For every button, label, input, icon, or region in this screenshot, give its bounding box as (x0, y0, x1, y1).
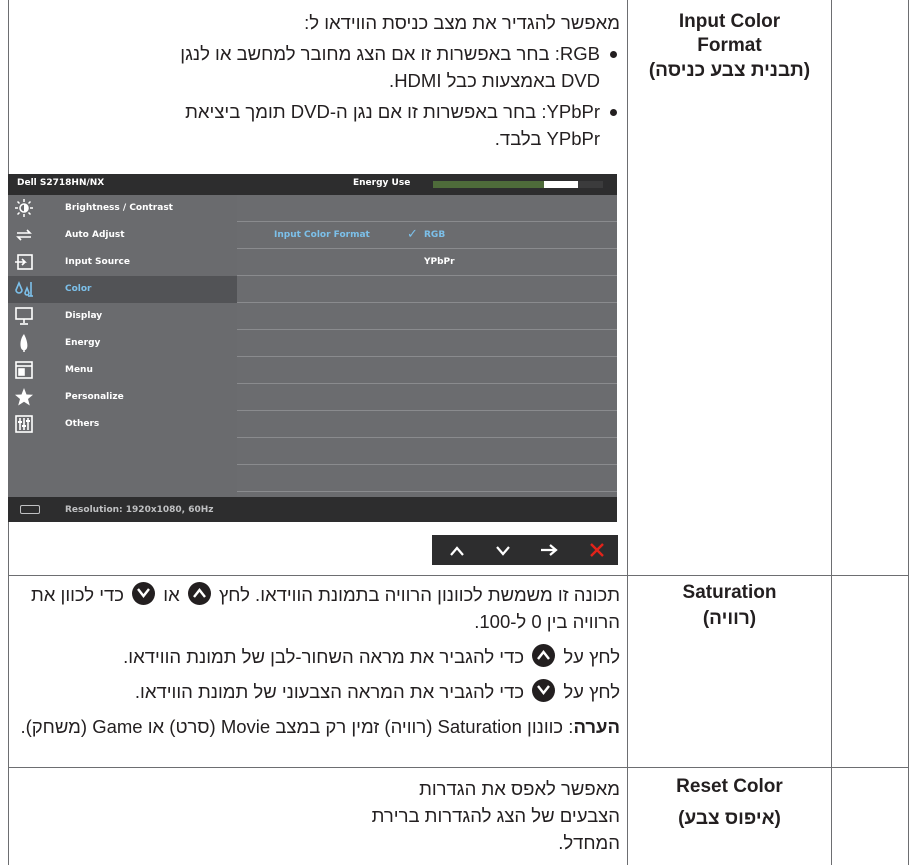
osd-item-others[interactable]: Others (8, 411, 237, 438)
osd-item-label: Personalize (65, 392, 124, 402)
osd-menu-screenshot: Dell S2718HN/NX Energy Use Brightness / … (8, 174, 617, 522)
osd-item-color[interactable]: Color (8, 276, 237, 303)
input-source-icon (14, 252, 34, 272)
osd-nav-bar (432, 535, 618, 565)
input-color-format-label: Input Color Format (תבנית צבע כניסה) (632, 10, 827, 83)
osd-item-display[interactable]: Display (8, 303, 237, 330)
osd-item-label: Energy (65, 338, 101, 348)
para-text: או (163, 584, 180, 605)
osd-item-auto-adjust[interactable]: Auto Adjust (8, 222, 237, 249)
intro-text: מאפשר להגדיר את מצב כניסת הווידאו ל: (304, 12, 620, 33)
label-english: Reset Color (676, 776, 783, 797)
saturation-description: תכונה זו משמשת לכוונון הרוויה בתמונת הוו… (14, 581, 620, 748)
osd-item-label: Menu (65, 365, 93, 375)
saturation-para-2: לחץ על כדי להגביר את מראה השחור-לבן של ת… (14, 643, 620, 670)
osd-energy-label: Energy Use (353, 178, 411, 188)
reset-color-text: מאפשר לאפס את הגדרות הצבעים של הצג להגדר… (371, 778, 620, 853)
table-divider-label (831, 0, 832, 865)
close-icon[interactable] (582, 538, 612, 562)
label-hebrew: (תבנית צבע כניסה) (648, 60, 811, 81)
para-text: לחץ על (563, 681, 620, 702)
energy-icon (14, 333, 34, 353)
osd-model-name: Dell S2718HN/NX (17, 178, 105, 188)
label-hebrew: (רוויה) (702, 608, 757, 629)
saturation-note: הערה: כוונון Saturation (רוויה) זמין רק … (14, 713, 620, 740)
osd-submenu-row-ypbpr[interactable]: YPbPr (237, 249, 617, 276)
label-hebrew: (איפוס צבע) (678, 808, 781, 829)
osd-footer: Resolution: 1920x1080, 60Hz (8, 497, 617, 522)
para-text: כדי להגביר את המראה הצבעוני של תמונת הוו… (134, 681, 525, 702)
osd-energy-marker (544, 181, 578, 188)
saturation-para-3: לחץ על כדי להגביר את המראה הצבעוני של תמ… (14, 678, 620, 705)
osd-submenu-row-rgb[interactable]: Input Color Format ✓ RGB (237, 222, 617, 249)
osd-submenu-row (237, 195, 617, 222)
osd-submenu-row (237, 384, 617, 411)
osd-submenu-row (237, 438, 617, 465)
osd-energy-fill (433, 181, 544, 188)
up-button-icon (187, 582, 211, 605)
right-arrow-button[interactable] (534, 538, 564, 562)
brightness-icon (14, 198, 34, 218)
down-button-icon (532, 679, 556, 702)
osd-submenu: Input Color Format ✓ RGB YPbPr (237, 195, 617, 497)
para-text: תכונה זו משמשת לכוונון הרוויה בתמונת הוו… (218, 584, 620, 605)
saturation-label: Saturation (רוויה) (632, 581, 827, 631)
osd-item-label: Color (65, 284, 92, 294)
label-english: Saturation (682, 582, 777, 603)
osd-item-energy[interactable]: Energy (8, 330, 237, 357)
osd-item-input-source[interactable]: Input Source (8, 249, 237, 276)
osd-item-label: Others (65, 419, 100, 429)
osd-item-label: Brightness / Contrast (65, 203, 173, 213)
para-text: כדי להגביר את מראה השחור-לבן של תמונת הו… (123, 646, 525, 667)
osd-submenu-row (237, 357, 617, 384)
reset-color-label: Reset Color (איפוס צבע) (632, 775, 827, 831)
others-icon (14, 414, 34, 434)
osd-submenu-row (237, 303, 617, 330)
osd-item-personalize[interactable]: Personalize (8, 384, 237, 411)
bullet-rgb: RGB: בחר באפשרות זו אם הצג מחובר למחשב א… (14, 40, 620, 94)
down-arrow-button[interactable] (488, 538, 518, 562)
osd-energy-meter (433, 181, 603, 188)
bullet-ypbpr: YPbPr: בחר באפשרות זו אם נגן ה-DVD תומך … (14, 98, 620, 152)
saturation-para-1: תכונה זו משמשת לכוונון הרוויה בתמונת הוו… (14, 581, 620, 635)
table-border-right (908, 0, 909, 865)
star-icon (14, 387, 34, 407)
osd-submenu-row (237, 330, 617, 357)
osd-submenu-title: Input Color Format (274, 230, 370, 240)
osd-main-menu: Brightness / Contrast Auto Adjust Input … (8, 195, 237, 497)
osd-option-rgb: RGB (424, 230, 446, 240)
note-label: הערה (573, 716, 620, 737)
osd-submenu-row (237, 276, 617, 303)
osd-item-label: Auto Adjust (65, 230, 125, 240)
color-icon (14, 279, 34, 299)
osd-submenu-row (237, 411, 617, 438)
osd-item-menu[interactable]: Menu (8, 357, 237, 384)
display-icon (14, 306, 34, 326)
reset-color-description: מאפשר לאפס את הגדרות הצבעים של הצג להגדר… (14, 775, 620, 856)
osd-resolution: Resolution: 1920x1080, 60Hz (65, 505, 214, 515)
osd-item-brightness-contrast[interactable]: Brightness / Contrast (8, 195, 237, 222)
menu-icon (14, 360, 34, 380)
up-arrow-button[interactable] (442, 538, 472, 562)
osd-item-label: Input Source (65, 257, 130, 267)
row-divider-2 (8, 767, 908, 768)
auto-adjust-icon (14, 225, 34, 245)
hdmi-port-icon (20, 505, 40, 514)
row-divider-1 (8, 575, 908, 576)
table-divider-desc (627, 0, 628, 865)
input-color-format-description: מאפשר להגדיר את מצב כניסת הווידאו ל: RGB… (14, 9, 620, 152)
osd-item-label: Display (65, 311, 103, 321)
down-button-icon (132, 582, 156, 605)
osd-submenu-row (237, 465, 617, 492)
osd-header: Dell S2718HN/NX Energy Use (8, 174, 617, 195)
bullet-list: RGB: בחר באפשרות זו אם הצג מחובר למחשב א… (14, 40, 620, 152)
osd-option-ypbpr: YPbPr (424, 257, 455, 267)
para-text: לחץ על (563, 646, 620, 667)
up-button-icon (532, 644, 556, 667)
label-english: Input Color Format (678, 11, 781, 56)
check-icon: ✓ (407, 227, 418, 242)
note-text: : כוונון Saturation (רוויה) זמין רק במצב… (20, 716, 574, 737)
